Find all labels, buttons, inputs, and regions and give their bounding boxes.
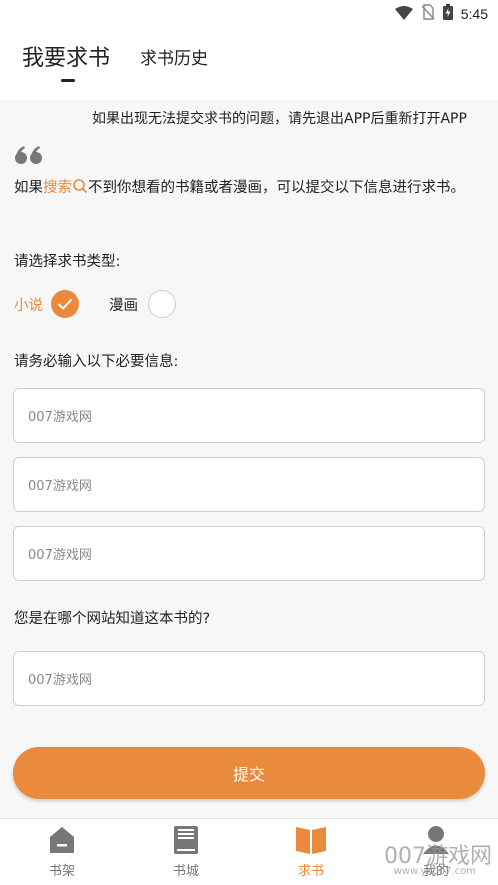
search-link[interactable]: 搜索	[43, 180, 72, 196]
nav-request-book[interactable]: 求书	[249, 819, 373, 885]
radio-novel-selected[interactable]	[51, 290, 79, 318]
status-bar: 5:45	[0, 0, 498, 28]
status-time: 5:45	[460, 6, 488, 22]
header: 我要求书 求书历史	[0, 28, 498, 100]
source-label: 您是在哪个网站知道这本书的?	[14, 611, 211, 627]
radio-label-novel[interactable]: 小说	[14, 294, 43, 315]
intro-after: 不到你想看的书籍或者漫画，可以提交以下信息进行求书。	[88, 180, 465, 196]
nav-label-bookshelf: 书架	[48, 864, 75, 879]
radio-label-comic[interactable]: 漫画	[109, 294, 138, 315]
nav-label-request-book: 求书	[297, 864, 324, 879]
wifi-icon	[394, 5, 413, 24]
type-radio-group: 小说 漫画	[14, 289, 176, 319]
status-icons: 5:45	[394, 4, 488, 24]
no-sim-icon	[421, 4, 435, 24]
info-label: 请务必输入以下必要信息:	[14, 354, 179, 370]
source-input[interactable]: 007游戏网	[13, 651, 485, 706]
open-book-icon	[295, 824, 327, 856]
book-icon	[173, 824, 199, 856]
radio-comic-unselected[interactable]	[148, 290, 176, 318]
info-input-3[interactable]: 007游戏网	[13, 526, 485, 581]
search-icon[interactable]	[72, 177, 88, 203]
tab-request-book[interactable]: 我要求书	[22, 40, 110, 72]
info-input-1[interactable]: 007游戏网	[13, 388, 485, 443]
nav-bookshelf[interactable]: 书架	[0, 819, 124, 885]
check-icon	[57, 298, 73, 310]
battery-charging-icon	[442, 4, 453, 24]
tab-request-history[interactable]: 求书历史	[140, 44, 208, 69]
info-input-2[interactable]: 007游戏网	[13, 457, 485, 512]
nav-bookstore[interactable]: 书城	[124, 819, 248, 885]
nav-label-bookstore: 书城	[172, 864, 199, 879]
main-content: 如果出现无法提交求书的问题，请先退出APP后重新打开APP 如果搜索 不到你想看的…	[0, 100, 498, 818]
submit-button[interactable]: 提交	[13, 747, 485, 799]
intro-before: 如果	[14, 180, 43, 196]
notice-marquee: 如果出现无法提交求书的问题，请先退出APP后重新打开APP	[92, 111, 467, 127]
type-label: 请选择求书类型:	[14, 254, 121, 270]
quote-icon	[14, 145, 44, 169]
intro-text: 如果搜索 不到你想看的书籍或者漫画，可以提交以下信息进行求书。	[14, 175, 474, 203]
active-tab-indicator	[61, 79, 75, 82]
bookshelf-icon	[47, 824, 77, 856]
watermark-url: www.yx007.com	[393, 866, 476, 877]
